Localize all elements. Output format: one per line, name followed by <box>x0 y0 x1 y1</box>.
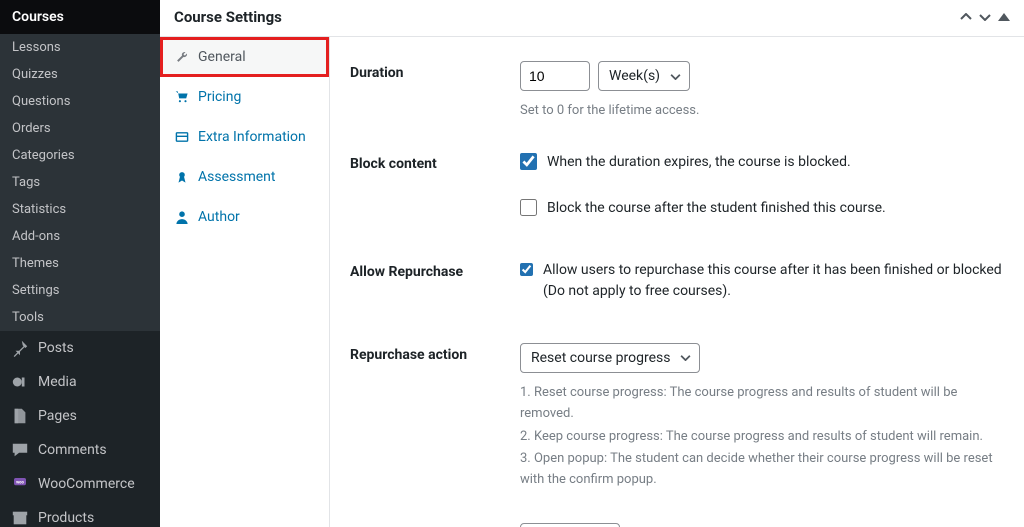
product-icon <box>10 508 30 527</box>
tab-assessment[interactable]: Assessment <box>160 157 329 197</box>
settings-tabs: General Pricing Extra Information <box>160 37 330 527</box>
media-icon <box>10 372 30 392</box>
sidebar-submenu: Lessons Quizzes Questions Orders Categor… <box>0 34 160 331</box>
menu-products[interactable]: Products <box>0 501 160 527</box>
tab-label: General <box>198 49 246 65</box>
block-expires-checkbox[interactable] <box>520 153 537 170</box>
wrench-icon <box>174 49 190 65</box>
user-icon <box>174 209 190 225</box>
repurchase-checkbox-row[interactable]: Allow users to repurchase this course af… <box>520 260 1004 301</box>
repurchase-action-select[interactable]: Reset course progress <box>520 343 700 373</box>
tab-label: Assessment <box>198 169 275 185</box>
submenu-tags[interactable]: Tags <box>0 169 160 196</box>
repurchase-label: Allow Repurchase <box>350 260 520 280</box>
block-finished-text: Block the course after the student finis… <box>547 198 886 218</box>
menu-woocommerce[interactable]: woo WooCommerce <box>0 467 160 501</box>
menu-label: WooCommerce <box>38 476 135 492</box>
comment-icon <box>10 440 30 460</box>
submenu-settings[interactable]: Settings <box>0 277 160 304</box>
block-expires-checkbox-row[interactable]: When the duration expires, the course is… <box>520 152 1004 172</box>
panel-move-up-icon[interactable] <box>960 13 972 21</box>
menu-label: Products <box>38 510 94 526</box>
ribbon-icon <box>174 169 190 185</box>
panel-collapse-icon[interactable] <box>998 13 1010 21</box>
repurchase-text: Allow users to repurchase this course af… <box>543 260 1004 301</box>
submenu-orders[interactable]: Orders <box>0 115 160 142</box>
woo-icon: woo <box>10 474 30 494</box>
submenu-categories[interactable]: Categories <box>0 142 160 169</box>
tab-label: Pricing <box>198 89 241 105</box>
repurchase-action-value: Reset course progress <box>531 350 670 366</box>
menu-pages[interactable]: Pages <box>0 399 160 433</box>
duration-label: Duration <box>350 61 520 81</box>
tab-pricing[interactable]: Pricing <box>160 77 329 117</box>
repurchase-action-hint: 1. Reset course progress: The course pro… <box>520 383 1004 491</box>
submenu-tools[interactable]: Tools <box>0 304 160 331</box>
submenu-addons[interactable]: Add-ons <box>0 223 160 250</box>
cart-icon <box>174 89 190 105</box>
sidebar-current[interactable]: Courses <box>0 0 160 34</box>
menu-label: Comments <box>38 442 107 458</box>
panel-move-down-icon[interactable] <box>979 13 991 21</box>
row-duration: Duration Week(s) Set to 0 for the lif <box>350 61 1004 122</box>
chevron-down-icon <box>670 73 681 80</box>
repurchase-checkbox[interactable] <box>520 261 533 278</box>
block-finished-checkbox[interactable] <box>520 199 537 216</box>
duration-input[interactable] <box>520 61 590 91</box>
submenu-quizzes[interactable]: Quizzes <box>0 61 160 88</box>
submenu-statistics[interactable]: Statistics <box>0 196 160 223</box>
duration-unit-value: Week(s) <box>609 68 660 84</box>
level-select[interactable]: Beginner <box>520 523 620 527</box>
menu-comments[interactable]: Comments <box>0 433 160 467</box>
row-allow-repurchase: Allow Repurchase Allow users to repurcha… <box>350 260 1004 313</box>
menu-posts[interactable]: Posts <box>0 331 160 365</box>
duration-unit-select[interactable]: Week(s) <box>598 61 690 91</box>
panel-header: Course Settings <box>160 0 1024 37</box>
tab-extra-information[interactable]: Extra Information <box>160 117 329 157</box>
menu-label: Media <box>38 374 77 390</box>
submenu-questions[interactable]: Questions <box>0 88 160 115</box>
submenu-lessons[interactable]: Lessons <box>0 34 160 61</box>
svg-text:woo: woo <box>16 480 24 485</box>
row-block-content: Block content When the duration expires,… <box>350 152 1004 231</box>
tab-general[interactable]: General <box>160 37 329 77</box>
row-repurchase-action: Repurchase action Reset course progress … <box>350 343 1004 493</box>
submenu-themes[interactable]: Themes <box>0 250 160 277</box>
level-label: Level <box>350 523 520 527</box>
page-icon <box>10 406 30 426</box>
menu-label: Posts <box>38 340 74 356</box>
chevron-down-icon <box>680 354 691 361</box>
panel-header-actions <box>956 10 1010 25</box>
block-expires-text: When the duration expires, the course is… <box>547 152 851 172</box>
course-settings-panel: Course Settings General <box>160 0 1024 527</box>
block-label: Block content <box>350 152 520 172</box>
panel-title: Course Settings <box>174 8 282 26</box>
row-level: Level Beginner Choose a difficulty level… <box>350 523 1004 527</box>
duration-hint: Set to 0 for the lifetime access. <box>520 101 1004 122</box>
settings-form: Duration Week(s) Set to 0 for the lif <box>330 37 1024 527</box>
pin-icon <box>10 338 30 358</box>
wp-admin-sidebar: Courses Lessons Quizzes Questions Orders… <box>0 0 160 527</box>
tab-label: Author <box>198 209 240 225</box>
menu-media[interactable]: Media <box>0 365 160 399</box>
block-finished-checkbox-row[interactable]: Block the course after the student finis… <box>520 198 1004 218</box>
tab-label: Extra Information <box>198 129 306 145</box>
menu-label: Pages <box>38 408 77 424</box>
card-icon <box>174 129 190 145</box>
repurchase-action-label: Repurchase action <box>350 343 520 363</box>
tab-author[interactable]: Author <box>160 197 329 237</box>
